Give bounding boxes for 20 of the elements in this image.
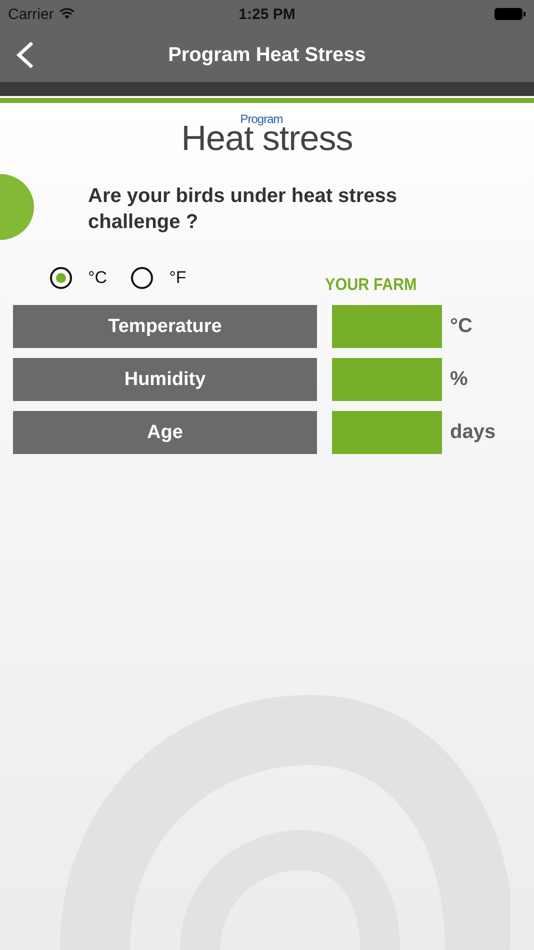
screen-title: Program Heat Stress — [168, 44, 366, 66]
unit-label: °C — [450, 315, 472, 338]
input-field[interactable] — [332, 305, 442, 348]
unit-radio[interactable]: °C — [50, 267, 108, 289]
question-text: Are your birds under heat stress challenge ? — [88, 184, 398, 235]
unit-label: % — [450, 368, 468, 391]
field-label: Age — [13, 411, 317, 454]
unit-radio[interactable]: °F — [131, 267, 186, 289]
battery-icon — [494, 7, 526, 21]
app-logo: Program Heat stress — [181, 117, 353, 156]
carrier-label: Carrier — [8, 6, 54, 22]
input-field[interactable] — [332, 411, 442, 454]
field-label: Humidity — [13, 358, 317, 401]
back-button[interactable] — [14, 40, 36, 70]
field-label: Temperature — [13, 305, 317, 348]
wifi-icon — [58, 8, 75, 20]
unit-label: days — [450, 421, 496, 444]
input-field[interactable] — [332, 358, 442, 401]
status-time: 1:25 PM — [238, 6, 296, 22]
column-header: YOUR FARM — [325, 275, 417, 295]
